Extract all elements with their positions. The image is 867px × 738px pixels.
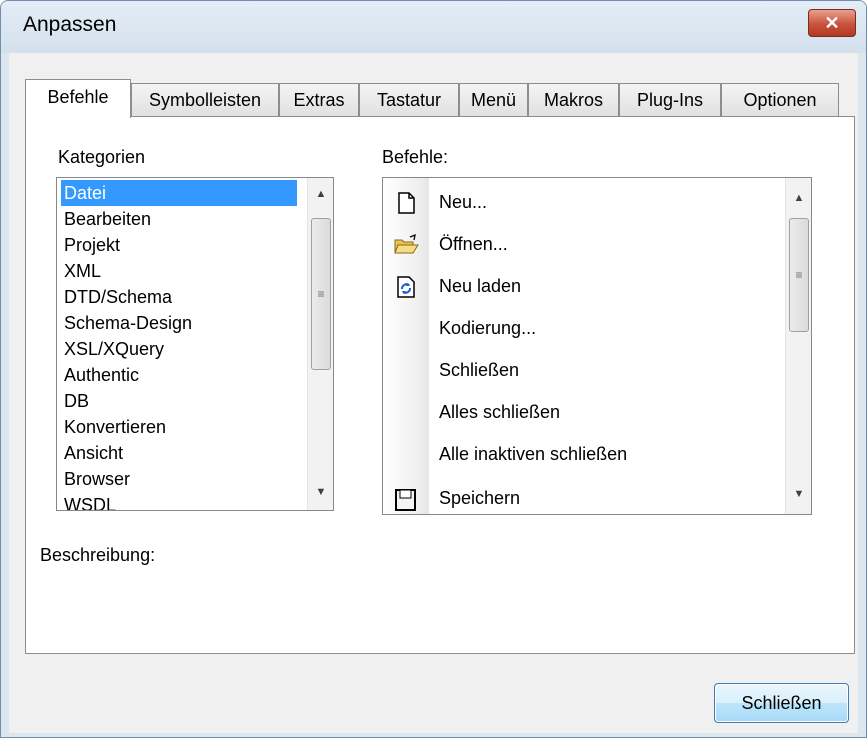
save-icon: [393, 488, 419, 512]
commands-label: Befehle:: [382, 147, 449, 167]
category-item[interactable]: XSL/XQuery: [61, 336, 167, 362]
category-item[interactable]: Projekt: [61, 232, 123, 258]
categories-listbox[interactable]: Datei Bearbeiten Projekt XML DTD/Schema …: [56, 177, 334, 511]
command-label: Neu laden: [439, 276, 522, 296]
open-folder-icon: [393, 233, 419, 257]
tab-page-befehle: Kategorien Befehle: Datei Bearbeiten Pro…: [25, 116, 855, 654]
scroll-up-arrow-icon[interactable]: ▲: [308, 182, 333, 206]
category-item[interactable]: Schema-Design: [61, 310, 195, 336]
command-label: Alles schließen: [439, 402, 561, 422]
command-label: Alle inaktiven schließen: [439, 444, 628, 464]
command-item-close-inactive[interactable]: Alle inaktiven schließen: [383, 434, 763, 476]
category-item[interactable]: WSDL: [61, 492, 119, 510]
description-label: Beschreibung:: [40, 545, 156, 565]
command-item-open[interactable]: Öffnen...: [383, 224, 763, 266]
commands-scrollbar[interactable]: ▲ ≡ ▼: [785, 178, 811, 514]
command-label: Kodierung...: [439, 318, 537, 338]
tab-befehle[interactable]: Befehle: [25, 79, 131, 118]
tab-tastatur[interactable]: Tastatur: [359, 83, 459, 117]
commands-listbox[interactable]: Neu... Öffnen... Neu laden Kodierung...: [382, 177, 812, 515]
category-item[interactable]: XML: [61, 258, 104, 284]
category-item[interactable]: DTD/Schema: [61, 284, 175, 310]
command-label: Neu...: [439, 192, 488, 212]
reload-icon: [393, 275, 419, 299]
command-item-reload[interactable]: Neu laden: [383, 266, 763, 308]
category-item[interactable]: Browser: [61, 466, 133, 492]
grip-icon: ≡: [317, 287, 325, 301]
tab-makros[interactable]: Makros: [528, 83, 619, 117]
tab-menue[interactable]: Menü: [459, 83, 528, 117]
scroll-down-arrow-icon[interactable]: ▼: [786, 482, 811, 506]
customize-dialog: Anpassen ✕ Befehle Symbolleisten Extras …: [0, 0, 867, 738]
tab-optionen[interactable]: Optionen: [721, 83, 839, 117]
scroll-thumb[interactable]: ≡: [311, 218, 331, 370]
scroll-down-arrow-icon[interactable]: ▼: [308, 480, 333, 504]
dialog-client: Befehle Symbolleisten Extras Tastatur Me…: [9, 53, 858, 733]
tab-extras[interactable]: Extras: [279, 83, 359, 117]
category-item[interactable]: Ansicht: [61, 440, 126, 466]
command-label: Schließen: [439, 360, 520, 380]
categories-label: Kategorien: [58, 147, 146, 167]
category-item[interactable]: Authentic: [61, 362, 142, 388]
new-document-icon: [393, 191, 419, 215]
category-item[interactable]: Bearbeiten: [61, 206, 154, 232]
command-label: Speichern: [439, 488, 521, 508]
title-bar[interactable]: Anpassen ✕: [1, 1, 866, 53]
command-item-close-all[interactable]: Alles schließen: [383, 392, 763, 434]
close-dialog-button[interactable]: Schließen: [714, 683, 849, 723]
category-item[interactable]: Konvertieren: [61, 414, 169, 440]
command-label: Öffnen...: [439, 234, 508, 254]
scroll-thumb[interactable]: ≡: [789, 218, 809, 332]
command-item-encoding[interactable]: Kodierung...: [383, 308, 763, 350]
window-title: Anpassen: [23, 13, 117, 36]
command-item-save[interactable]: Speichern: [383, 486, 763, 514]
close-icon: ✕: [824, 12, 840, 33]
tab-plug-ins[interactable]: Plug-Ins: [619, 83, 721, 117]
category-item[interactable]: DB: [61, 388, 92, 414]
grip-icon: ≡: [795, 268, 803, 282]
command-item-new[interactable]: Neu...: [383, 182, 763, 224]
command-item-close[interactable]: Schließen: [383, 350, 763, 392]
categories-scrollbar[interactable]: ▲ ≡ ▼: [307, 178, 333, 510]
window-close-button[interactable]: ✕: [808, 9, 856, 37]
tab-symbolleisten[interactable]: Symbolleisten: [131, 83, 279, 117]
scroll-up-arrow-icon[interactable]: ▲: [786, 186, 811, 210]
category-item-selected[interactable]: Datei: [61, 180, 297, 206]
